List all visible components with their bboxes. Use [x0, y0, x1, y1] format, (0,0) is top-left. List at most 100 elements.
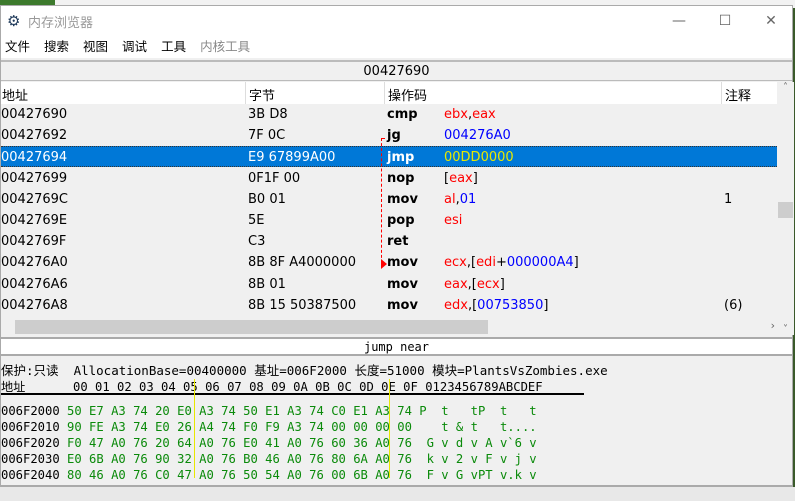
row-opcode: cmp: [387, 107, 418, 122]
vertical-scroll-thumb[interactable]: [778, 202, 793, 218]
row-operands: edx,[00753850]: [444, 295, 548, 316]
hex-row-data: F0 47 A0 76 20 64 A0 76 E0 41 A0 76 60 3…: [67, 436, 537, 450]
disassembly-row[interactable]: 0042769F C3 ret: [1, 231, 777, 252]
scroll-right-icon[interactable]: ›: [771, 319, 775, 332]
operand-part: +: [495, 255, 507, 271]
disassembly-row[interactable]: 004276A0 8B 8F A4000000 mov ecx,[edi+000000…: [1, 252, 777, 273]
disassembly-row[interactable]: 00427692 7F 0C jg 004276A0: [1, 125, 777, 146]
hex-header-columns: 00 01 02 03 04 05 06 07 08 09 0A 0B 0C 0…: [73, 380, 543, 394]
hex-row[interactable]: 006F2020 F0 47 A0 76 20 64 A0 76 E0 41 A…: [1, 435, 537, 451]
row-bytes: 8B 15 50387500: [248, 297, 357, 313]
disassembly-list[interactable]: 00427690 3B D8 cmp ebx,eax 00427692 7F 0C jg 00…: [1, 104, 777, 319]
disassembly-row[interactable]: 0042769E 5E pop esi: [1, 210, 777, 231]
row-bytes: 7F 0C: [248, 128, 286, 144]
row-operands: esi: [444, 210, 462, 231]
close-button[interactable]: ✕: [748, 8, 794, 34]
row-address: 00427699: [1, 170, 68, 186]
current-address-bar[interactable]: 00427690: [1, 60, 792, 81]
memory-viewer-window: ⚙ 内存浏览器 — ☐ ✕ 文件 搜索 视图 调试 工具 内核工具 004276…: [0, 5, 794, 487]
row-bytes: 3B D8: [248, 107, 288, 122]
hex-row-data: E0 6B A0 76 90 32 A0 76 B0 46 A0 76 80 6…: [67, 452, 537, 466]
operand-part: ,[: [467, 276, 477, 292]
row-bytes: E9 67899A00: [248, 150, 336, 166]
operand-part: ,[: [466, 255, 477, 271]
hex-row[interactable]: 006F2000 50 E7 A3 74 20 E0 A3 74 50 E1 A…: [1, 403, 537, 419]
operand-part: edx: [444, 297, 468, 313]
column-bytes[interactable]: 字节: [249, 85, 275, 104]
menu-search[interactable]: 搜索: [44, 36, 69, 58]
hex-header: 地址 00 01 02 03 04 05 06 07 08 09 0A 0B 0C…: [1, 379, 584, 395]
disassembly-row[interactable]: 00427690 3B D8 cmp ebx,eax: [1, 104, 777, 125]
hex-row-address: 006F2020: [1, 436, 60, 450]
row-operands: ebx,eax: [444, 104, 496, 125]
row-opcode: jg: [387, 128, 401, 144]
row-address: 0042769E: [1, 213, 68, 228]
column-address[interactable]: 地址: [2, 85, 28, 104]
row-opcode: ret: [387, 234, 409, 250]
row-operands: al,01: [444, 189, 476, 210]
row-opcode: jmp: [387, 150, 415, 166]
minimize-button[interactable]: —: [656, 8, 702, 34]
menu-file[interactable]: 文件: [5, 36, 30, 58]
row-address: 004276A6: [1, 276, 68, 292]
menu-view[interactable]: 视图: [83, 36, 108, 58]
menu-debug[interactable]: 调试: [122, 36, 147, 58]
maximize-button[interactable]: ☐: [702, 8, 748, 34]
horizontal-scroll-thumb[interactable]: [15, 320, 488, 334]
hex-divider: [194, 379, 195, 478]
jump-line-start: [381, 138, 385, 139]
operand-part: eax: [472, 107, 496, 122]
operand-part: eax: [449, 170, 473, 186]
operand-part: 000000A4: [506, 255, 574, 271]
jump-line: [381, 138, 382, 263]
scroll-up-icon[interactable]: ˄: [777, 82, 794, 93]
disassembly-row[interactable]: 00427694 E9 67899A00 jmp 00DD0000: [1, 146, 777, 168]
hex-row-data: 90 FE A3 74 E0 26 A4 74 F0 F9 A3 74 00 0…: [67, 420, 537, 434]
operand-part: ecx: [444, 255, 467, 271]
hex-header-address: 地址: [1, 380, 26, 394]
hex-row[interactable]: 006F2030 E0 6B A0 76 90 32 A0 76 B0 46 A…: [1, 451, 537, 467]
row-opcode: mov: [387, 191, 418, 207]
memory-region-info: 保护:只读 AllocationBase=00400000 基址=006F200…: [1, 363, 608, 378]
row-opcode: mov: [387, 255, 418, 271]
menu-kernel-tools[interactable]: 内核工具: [200, 36, 250, 58]
hex-row-data: 80 46 A0 76 C0 47 A0 76 50 54 A0 76 00 6…: [67, 468, 537, 482]
hex-row-data: 50 E7 A3 74 20 E0 A3 74 50 E1 A3 74 C0 E…: [67, 404, 537, 418]
column-opcode[interactable]: 操作码: [388, 85, 427, 104]
operand-part: eax: [444, 276, 468, 292]
hex-row-address: 006F2030: [1, 452, 60, 466]
operand-part: al: [444, 191, 456, 207]
operand-part: ebx: [444, 107, 468, 122]
operand-part: ]: [499, 276, 505, 292]
disassembly-row[interactable]: 0042769C B0 01 mov al,01 1: [1, 189, 777, 210]
row-address: 00427694: [1, 150, 68, 166]
row-operands: [eax]: [444, 168, 478, 189]
background-window-strip-bottom: [0, 487, 795, 501]
vertical-scrollbar[interactable]: ˄ ˅: [777, 82, 794, 335]
disassembly-row[interactable]: 004276A6 8B 01 mov eax,[ecx]: [1, 274, 777, 295]
horizontal-scrollbar[interactable]: ›: [1, 319, 777, 335]
row-opcode: pop: [387, 213, 415, 228]
hex-view[interactable]: 保护:只读 AllocationBase=00400000 基址=006F200…: [1, 361, 792, 487]
row-bytes: 8B 01: [248, 276, 286, 292]
operand-part: 00753850: [477, 297, 544, 313]
row-address: 00427692: [1, 128, 68, 144]
menu-bar: 文件 搜索 视图 调试 工具 内核工具: [1, 36, 792, 58]
window-title: 内存浏览器: [28, 16, 94, 31]
hex-row[interactable]: 006F2010 90 FE A3 74 E0 26 A4 74 F0 F9 A…: [1, 419, 537, 435]
row-bytes: 0F1F 00: [248, 170, 301, 186]
hex-row[interactable]: 006F2040 80 46 A0 76 C0 47 A0 76 50 54 A…: [1, 467, 537, 483]
ascii-divider: [389, 379, 390, 478]
instruction-description: jump near: [1, 337, 792, 356]
disassembly-row[interactable]: 00427699 0F1F 00 nop [eax]: [1, 168, 777, 189]
column-comment[interactable]: 注释: [725, 85, 751, 104]
cheat-engine-gear-icon: ⚙: [7, 12, 21, 30]
operand-part: 004276A0: [444, 128, 511, 144]
scroll-down-icon[interactable]: ˅: [777, 324, 794, 335]
menu-tools[interactable]: 工具: [161, 36, 186, 58]
row-address: 004276A0: [1, 255, 68, 271]
row-operands: ecx,[edi+000000A4]: [444, 252, 579, 273]
operand-part: ]: [573, 255, 579, 271]
row-address: 004276A8: [1, 297, 68, 313]
disassembly-row[interactable]: 004276A8 8B 15 50387500 mov edx,[00753850] (…: [1, 295, 777, 316]
